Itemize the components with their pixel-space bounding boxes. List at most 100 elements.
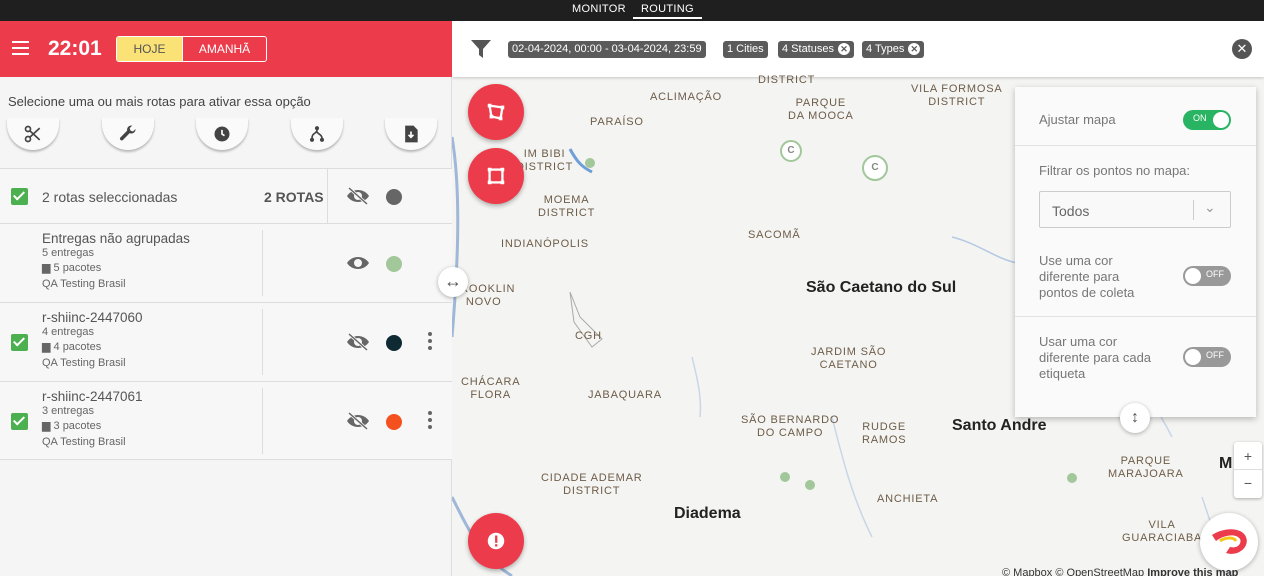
delivery-marker[interactable] [1067,473,1077,483]
route-packages: ▆ 5 pacotes [42,262,102,274]
menu-icon[interactable] [12,41,29,55]
optimize-route-button[interactable] [291,118,343,150]
collect-color-toggle[interactable]: OFF [1183,266,1231,286]
alert-icon [487,532,505,550]
selected-count: 2 rotas seleccionadas [42,189,178,205]
resize-vertical-icon[interactable]: ↕ [1120,403,1150,433]
scissors-icon [24,125,41,143]
route-color-dot [386,256,402,272]
map-options-panel: Ajustar mapa ON Filtrar os pontos no map… [1015,87,1256,433]
tab-monitor[interactable]: MONITOR [572,3,626,15]
route-color-dot [386,414,402,430]
hide-all-icon[interactable] [345,186,371,206]
collect-color-label: Use uma cor diferente para pontos de col… [1039,253,1135,300]
cities-chip[interactable]: 1 Cities [723,41,768,58]
rectangle-select-icon [487,167,505,185]
selection-hint: Selecione uma ou mais rotas para ativar … [8,94,311,109]
select-area-button[interactable] [468,148,524,204]
collection-marker[interactable]: C [780,140,802,162]
route-row-2447060[interactable]: r-shiinc-2447060 4 entregas ▆ 4 pacotes … [0,302,452,381]
date-range-chip[interactable]: 02-04-2024, 00:00 - 03-04-2024, 23:59 [508,41,706,58]
statuses-chip[interactable]: 4 Statuses ✕ [778,41,854,58]
alerts-button[interactable] [468,513,524,569]
routes-panel: 22:01 HOJE AMANHÃ Selecione uma ou mais … [0,21,452,576]
divider [262,388,263,454]
map-label: ACLIMAÇÃO [650,91,722,103]
clear-filters-icon[interactable]: ✕ [1232,39,1252,59]
map-label: ANCHIETA [877,493,939,505]
map-attribution: © Mapbox © OpenStreetMap Improve this ma… [1002,567,1238,576]
divider [1015,316,1256,317]
package-icon: ▆ [42,341,54,353]
city-label: São Caetano do Sul [806,279,957,296]
panel-header: 22:01 HOJE AMANHÃ [0,21,452,77]
route-row-unassigned[interactable]: Entregas não agrupadas 5 entregas ▆ 5 pa… [0,223,452,302]
route-title: r-shiinc-2447061 [42,389,143,404]
more-options-icon[interactable] [428,332,432,353]
panel-resize-icon[interactable]: ↔ [438,267,468,297]
label-color-label: Usar uma cor diferente para cada etiquet… [1039,334,1152,381]
route-deliveries: 3 entregas [42,405,94,417]
fit-map-toggle[interactable]: ON [1183,110,1231,130]
zoom-out-button[interactable]: − [1234,470,1262,498]
route-color-dot [386,335,402,351]
wrench-icon [119,125,136,141]
tomorrow-button[interactable]: AMANHÃ [182,37,266,61]
route-title: r-shiinc-2447060 [42,310,143,325]
brand-logo[interactable] [1200,513,1258,571]
route-icon [309,126,325,142]
improve-map-link[interactable]: Improve this map [1147,567,1238,576]
collection-marker[interactable]: C [862,155,888,181]
route-checkbox[interactable] [11,334,28,351]
zoom-in-button[interactable]: + [1234,442,1262,470]
route-deliveries: 5 entregas [42,247,94,259]
more-options-icon[interactable] [428,411,432,432]
eye-off-icon[interactable] [345,332,371,352]
eye-icon[interactable] [345,253,371,273]
route-company: QA Testing Brasil [42,357,126,369]
day-toggle: HOJE AMANHÃ [116,36,267,62]
types-chip[interactable]: 4 Types ✕ [862,41,925,58]
filter-points-label: Filtrar os pontos no mapa: [1039,163,1191,178]
map-area[interactable]: 02-04-2024, 00:00 - 03-04-2024, 23:59 1 … [452,21,1264,576]
eye-off-icon[interactable] [345,411,371,431]
delivery-marker[interactable] [805,480,815,490]
settings-tool-button[interactable] [102,118,154,150]
route-packages: ▆ 3 pacotes [42,420,102,432]
map-label: JARDIM SÃO CAETANO [811,346,887,371]
delivery-marker[interactable] [780,472,790,482]
split-route-button[interactable] [7,118,59,150]
city-label: Diadema [674,505,741,522]
draw-area-button[interactable] [468,84,524,140]
points-filter-select[interactable]: Todos ⌄ [1039,191,1231,228]
close-icon[interactable]: ✕ [837,43,850,55]
filter-bar: 02-04-2024, 00:00 - 03-04-2024, 23:59 1 … [452,21,1264,77]
divider [262,309,263,375]
map-label: PARAÍSO [590,116,644,128]
map-label: RUDGE RAMOS [862,421,907,446]
today-button[interactable]: HOJE [117,37,182,61]
top-navigation: MONITOR ROUTING [0,0,1264,21]
divider [262,230,263,296]
export-button[interactable] [385,118,437,150]
filter-icon[interactable] [471,40,491,58]
label-color-toggle[interactable]: OFF [1183,347,1231,367]
schedule-button[interactable] [196,118,248,150]
close-icon[interactable]: ✕ [908,43,921,55]
route-row-2447061[interactable]: r-shiinc-2447061 3 entregas ▆ 3 pacotes … [0,381,452,460]
map-label: MOEMA DISTRICT [538,194,596,219]
route-title: Entregas não agrupadas [42,231,190,246]
logo-icon [1212,529,1247,554]
current-time: 22:01 [48,37,102,60]
select-all-checkbox[interactable] [11,188,28,205]
routes-summary-row: 2 rotas seleccionadas 2 ROTAS [0,168,452,224]
divider [1015,145,1256,146]
route-packages: ▆ 4 pacotes [42,341,102,353]
delivery-marker[interactable] [585,158,595,168]
map-label: CGH [575,330,602,342]
route-checkbox[interactable] [11,413,28,430]
city-label: Santo Andre [952,417,1047,434]
map-label: IM BIBI DISTRICT [516,148,574,173]
tab-routing[interactable]: ROUTING [633,3,702,19]
download-icon [405,125,418,143]
